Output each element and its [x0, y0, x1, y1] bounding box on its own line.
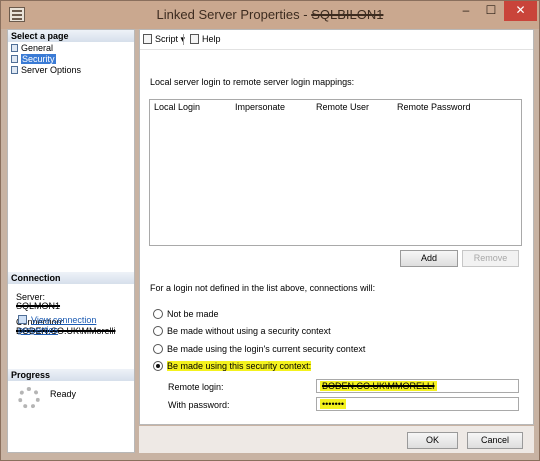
script-button[interactable]: Script ▾: [143, 34, 185, 45]
linked-server-properties-window: Linked Server Properties - SQLBILON1 – ☐…: [0, 0, 540, 461]
window-title-redacted: SQLBILON1: [311, 7, 384, 22]
with-password-label: With password:: [168, 400, 230, 410]
remove-button[interactable]: Remove: [462, 250, 519, 267]
radio-this-security-context[interactable]: Be made using this security context:: [153, 360, 312, 372]
help-label: Help: [202, 34, 221, 44]
view-connection-properties-label: View connection properties: [18, 315, 97, 335]
script-label: Script: [155, 34, 179, 44]
dialog-footer: OK Cancel: [139, 426, 534, 453]
help-button[interactable]: Help: [190, 34, 221, 44]
radio-not-be-made[interactable]: Not be made: [153, 308, 219, 320]
view-connection-properties-link[interactable]: View connection properties: [18, 315, 134, 335]
radio-circle: [153, 326, 163, 336]
radio-circle: [153, 361, 163, 371]
minimize-button[interactable]: –: [453, 1, 479, 21]
remote-login-label: Remote login:: [168, 382, 224, 392]
page-item-label: Security: [21, 54, 56, 64]
radio-circle: [153, 344, 163, 354]
page-item-label: General: [21, 43, 54, 53]
radio-label: Be made using this security context:: [167, 361, 312, 371]
radio-label: Be made without using a security context: [167, 326, 331, 336]
radio-label: Be made using the login's current securi…: [167, 344, 366, 354]
remote-login-value: BODEN.CO.UK\MMORELLI: [320, 381, 437, 391]
left-panel: Select a page General Security Server Op…: [7, 29, 135, 453]
radio-current-security-context[interactable]: Be made using the login's current securi…: [153, 343, 365, 355]
page-item-label: Server Options: [21, 65, 82, 75]
radio-label: Not be made: [167, 309, 219, 319]
maximize-button[interactable]: ☐: [479, 1, 503, 21]
toolbar: Script ▾ Help: [140, 30, 533, 50]
radio-without-security-context[interactable]: Be made without using a security context: [153, 325, 331, 337]
column-header-impersonate[interactable]: Impersonate: [235, 102, 285, 112]
fallback-label: For a login not defined in the list abov…: [150, 283, 376, 293]
progress-spinner-icon: [18, 387, 40, 409]
progress-status: Ready: [50, 389, 77, 399]
cancel-button[interactable]: Cancel: [467, 432, 523, 449]
column-header-remote-password[interactable]: Remote Password: [397, 102, 471, 112]
toolbar-separator: [183, 34, 184, 45]
page-icon: [11, 66, 18, 74]
add-button[interactable]: Add: [400, 250, 458, 267]
page-item-general[interactable]: General: [11, 43, 53, 54]
column-header-remote-user[interactable]: Remote User: [316, 102, 369, 112]
mappings-label: Local server login to remote server logi…: [150, 77, 355, 87]
server-value: SQLMON1: [16, 301, 61, 311]
ok-button[interactable]: OK: [407, 432, 458, 449]
help-icon: [190, 34, 199, 44]
password-input[interactable]: •••••••: [316, 397, 519, 411]
script-icon: [143, 34, 152, 44]
close-button[interactable]: ✕: [504, 1, 537, 21]
title-bar[interactable]: Linked Server Properties - SQLBILON1 – ☐…: [1, 1, 539, 29]
remote-login-input[interactable]: BODEN.CO.UK\MMORELLI: [316, 379, 519, 393]
page-icon: [11, 44, 18, 52]
security-page: Script ▾ Help Local server login to remo…: [139, 29, 534, 425]
progress-header: Progress: [8, 369, 134, 381]
select-page-header: Select a page: [8, 30, 134, 42]
connection-header: Connection: [8, 272, 134, 284]
window-title-text: Linked Server Properties -: [156, 7, 308, 22]
properties-icon: [18, 315, 27, 324]
page-item-security[interactable]: Security: [11, 54, 56, 65]
password-value: •••••••: [320, 399, 347, 409]
login-mappings-grid[interactable]: Local Login Impersonate Remote User Remo…: [149, 99, 522, 246]
column-header-local-login[interactable]: Local Login: [154, 102, 200, 112]
radio-circle: [153, 309, 163, 319]
page-icon: [11, 55, 18, 63]
page-item-server-options[interactable]: Server Options: [11, 65, 81, 76]
